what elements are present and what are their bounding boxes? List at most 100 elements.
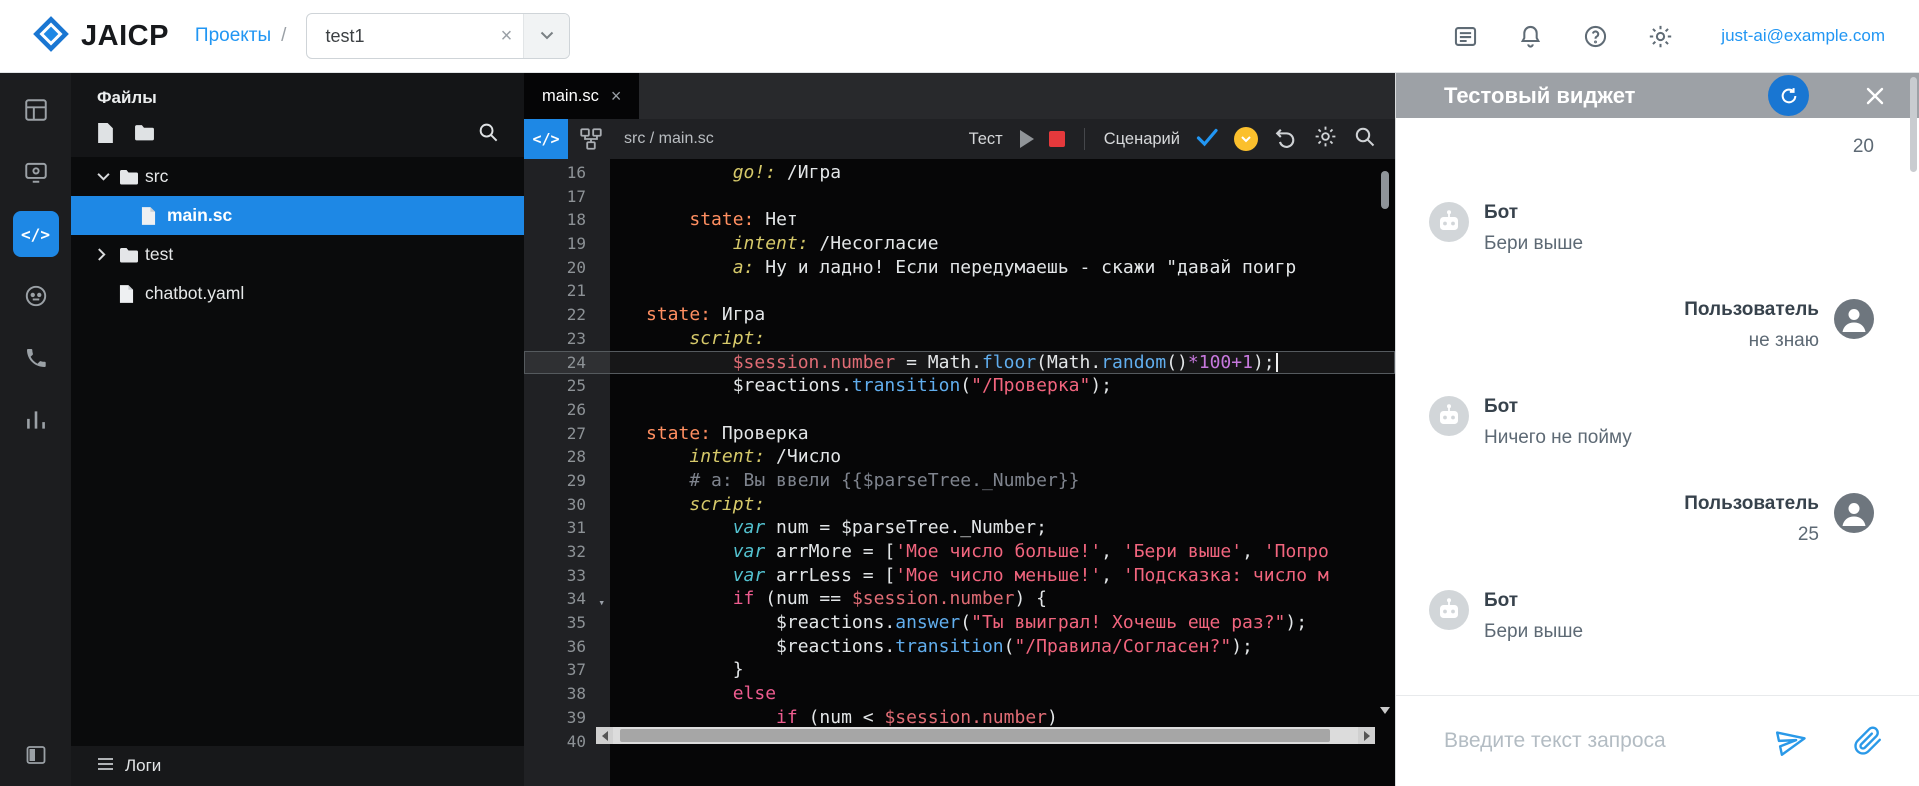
sidebar-item-channels[interactable]: [0, 141, 71, 203]
tab-main-sc[interactable]: main.sc ×: [524, 73, 639, 119]
chat-scrollbar[interactable]: [1910, 77, 1917, 172]
breadcrumb-projects[interactable]: Проекты: [195, 25, 271, 47]
line-number: 35: [524, 611, 610, 635]
notifications-bell-icon[interactable]: [1516, 22, 1544, 50]
text-caret: [1276, 353, 1278, 372]
editor-search-icon[interactable]: [1353, 125, 1377, 154]
account-email[interactable]: just-ai@example.com: [1721, 26, 1885, 46]
flow-view-button[interactable]: [578, 126, 604, 152]
code-line[interactable]: 26: [524, 398, 1395, 422]
line-number: 29: [524, 469, 610, 493]
line-number: 16: [524, 161, 610, 185]
line-number: 39: [524, 706, 610, 730]
code-line[interactable]: 22state: Игра: [524, 303, 1395, 327]
editor-settings-gear-icon[interactable]: [1313, 124, 1338, 154]
collapse-panel-icon: [24, 743, 48, 772]
code-line[interactable]: 35 $reactions.answer("Ты выиграл! Хочешь…: [524, 611, 1395, 635]
code-line[interactable]: 25 $reactions.transition("/Проверка");: [524, 374, 1395, 398]
scroll-down-arrow-icon[interactable]: [1380, 707, 1390, 714]
tree-item-chatbot-yaml[interactable]: chatbot.yaml: [71, 274, 524, 313]
undo-icon[interactable]: [1273, 124, 1298, 154]
app-logo[interactable]: JAICP: [30, 13, 169, 60]
sidebar-item-analytics[interactable]: [0, 389, 71, 451]
code-text: if (num < $session.number): [610, 706, 1058, 730]
editor-vertical-scrollbar[interactable]: [1381, 171, 1389, 209]
chat-input[interactable]: [1444, 729, 1731, 753]
line-number: 26: [524, 398, 610, 422]
message-text: Ничего не пойму: [1484, 425, 1632, 451]
settings-gear-icon[interactable]: [1646, 22, 1674, 50]
news-icon[interactable]: [1451, 22, 1479, 50]
chevron-right-icon[interactable]: [97, 248, 119, 261]
line-number: 27: [524, 422, 610, 446]
code-line[interactable]: 38 else: [524, 682, 1395, 706]
tab-close-icon[interactable]: ×: [611, 86, 622, 107]
line-number: 32: [524, 540, 610, 564]
message-author: Пользователь: [1684, 493, 1819, 515]
code-line[interactable]: 31 var num = $parseTree._Number;: [524, 516, 1395, 540]
run-icon[interactable]: [1020, 130, 1034, 148]
close-widget-button[interactable]: [1863, 84, 1887, 108]
code-line[interactable]: 23 script:: [524, 327, 1395, 351]
code-line[interactable]: 28 intent: /Число: [524, 445, 1395, 469]
code-line[interactable]: 33 var arrLess = ['Мое число меньше!', '…: [524, 564, 1395, 588]
code-line[interactable]: 17: [524, 185, 1395, 209]
stop-icon[interactable]: [1049, 131, 1065, 147]
message-author: Пользователь: [1684, 299, 1819, 321]
tree-item-main-sc[interactable]: main.sc: [71, 196, 524, 235]
code-line[interactable]: 16 go!: /Игра: [524, 161, 1395, 185]
code-text: $reactions.transition("/Проверка");: [610, 374, 1112, 398]
code-line[interactable]: 20 a: Ну и ладно! Если передумаешь - ска…: [524, 256, 1395, 280]
new-folder-icon[interactable]: [134, 124, 155, 146]
tree-item-label: src: [145, 166, 168, 187]
code-line[interactable]: 36 $reactions.transition("/Правила/Согла…: [524, 635, 1395, 659]
project-clear-button[interactable]: ×: [489, 25, 523, 48]
code-line[interactable]: 37 }: [524, 658, 1395, 682]
tree-item-test[interactable]: test: [71, 235, 524, 274]
horizontal-scroll-thumb[interactable]: [620, 729, 1330, 742]
bot-message: БотНичего не пойму: [1429, 396, 1874, 451]
sidebar-item-telephony[interactable]: [0, 327, 71, 389]
code-text: $reactions.answer("Ты выиграл! Хочешь ещ…: [610, 611, 1307, 635]
sidebar-item-dashboard[interactable]: [0, 79, 71, 141]
help-icon[interactable]: [1581, 22, 1609, 50]
code-editor[interactable]: 16 go!: /Игра1718 state: Нет19 intent: /…: [524, 159, 1395, 786]
code-line[interactable]: 24 $session.number = Math.floor(Math.ran…: [524, 351, 1395, 375]
main-area: </>: [0, 73, 1919, 786]
code-line[interactable]: 18 state: Нет: [524, 208, 1395, 232]
search-icon[interactable]: [477, 121, 500, 149]
tree-item-src[interactable]: src: [71, 157, 524, 196]
code-line[interactable]: 32 var arrMore = ['Мое число больше!', '…: [524, 540, 1395, 564]
code-line[interactable]: 21: [524, 279, 1395, 303]
code-line[interactable]: 34▾ if (num == $session.number) {: [524, 587, 1395, 611]
code-line[interactable]: 27state: Проверка: [524, 422, 1395, 446]
scroll-left-arrow-icon[interactable]: [596, 727, 613, 744]
bot-avatar: [1429, 202, 1469, 242]
deploy-icon[interactable]: [1234, 127, 1258, 151]
send-icon[interactable]: [1775, 724, 1809, 758]
scroll-right-arrow-icon[interactable]: [1358, 727, 1375, 744]
test-widget-title: Тестовый виджет: [1444, 83, 1768, 109]
validate-check-icon[interactable]: [1195, 125, 1219, 154]
attach-icon[interactable]: [1853, 726, 1883, 756]
sidebar-item-bot[interactable]: [0, 265, 71, 327]
editor-horizontal-scrollbar[interactable]: [596, 727, 1375, 744]
sidebar-item-code-editor[interactable]: </>: [0, 203, 71, 265]
chevron-down-icon[interactable]: [97, 172, 119, 181]
editor-tabbar: main.sc ×: [524, 73, 1395, 119]
project-selector[interactable]: test1 ×: [306, 13, 570, 59]
sidebar-item-collapse[interactable]: [0, 743, 71, 772]
code-text: var num = $parseTree._Number;: [610, 516, 1047, 540]
logs-toggle[interactable]: Логи: [71, 746, 524, 786]
top-header: JAICP Проекты / test1 ×: [0, 0, 1919, 73]
editor-toolbar: </> src / main.sc Тест Сценарий: [524, 119, 1395, 159]
code-line[interactable]: 29 # a: Вы ввели {{$parseTree._Number}}: [524, 469, 1395, 493]
code-line[interactable]: 19 intent: /Несогласие: [524, 232, 1395, 256]
code-line[interactable]: 30 script:: [524, 493, 1395, 517]
new-file-icon[interactable]: [97, 123, 114, 148]
refresh-button[interactable]: [1768, 75, 1809, 116]
tree-item-label: chatbot.yaml: [145, 283, 244, 304]
code-view-button[interactable]: </>: [524, 119, 568, 159]
code-line[interactable]: 39 if (num < $session.number): [524, 706, 1395, 730]
project-dropdown-button[interactable]: [523, 13, 569, 59]
